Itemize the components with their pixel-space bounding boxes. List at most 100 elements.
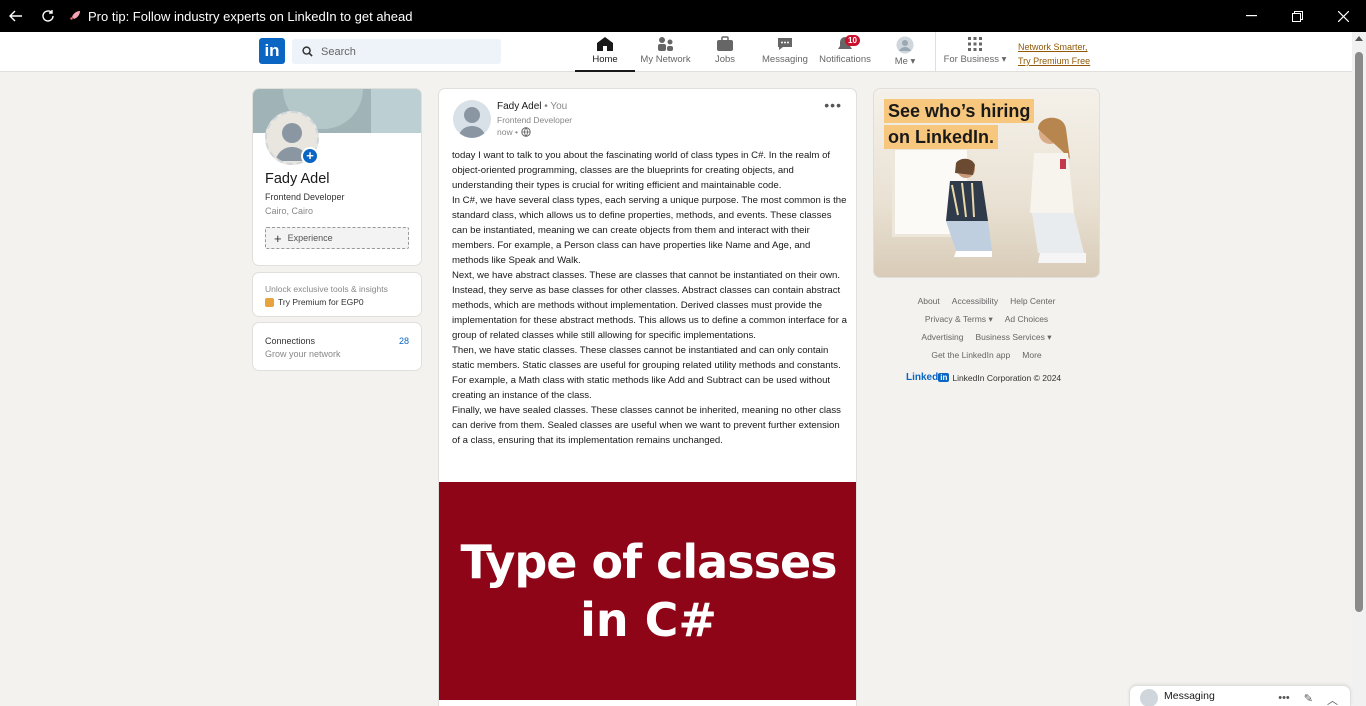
rocket-icon (70, 11, 80, 20)
footer-link-accessibility[interactable]: Accessibility (952, 292, 998, 310)
post-author-name[interactable]: Fady Adel • You (497, 101, 567, 112)
footer-link-help-center[interactable]: Help Center (1010, 292, 1055, 310)
nav-messaging-label: Messaging (762, 54, 808, 65)
for-business-text: For Business (943, 54, 999, 65)
ad-headline-line2: on LinkedIn. (884, 125, 998, 149)
network-icon (657, 37, 673, 51)
footer-brand: Linked in LinkedIn Corporation © 2024 (906, 372, 1061, 383)
copyright-text: LinkedIn Corporation © 2024 (952, 372, 1062, 383)
window-title: Pro tip: Follow industry experts on Link… (68, 9, 412, 24)
post-paragraph: Then, we have static classes. These clas… (452, 345, 841, 401)
chevron-up-icon[interactable]: ︿ (1327, 692, 1338, 706)
profile-location: Cairo, Cairo (265, 206, 314, 216)
nav-for-business-label: For Business ▾ (944, 54, 1007, 65)
post-image-title-line1: Type of classes (460, 535, 837, 589)
nav-jobs[interactable]: Jobs (705, 36, 745, 71)
premium-line2: Try Premium Free (1018, 56, 1091, 66)
post-options-icon[interactable]: ••• (824, 97, 842, 113)
nav-me[interactable]: Me ▾ (889, 36, 921, 71)
back-arrow-icon[interactable] (0, 0, 32, 32)
feed-post: Fady Adel • You Frontend Developer now •… (438, 88, 857, 706)
home-icon (597, 37, 613, 51)
premium-cta-label: Try Premium for EGP0 (278, 297, 364, 307)
plus-icon: + (274, 230, 282, 246)
footer-link-about[interactable]: About (918, 292, 940, 310)
connections-count: 28 (398, 336, 409, 346)
grid-icon (968, 37, 982, 51)
footer-link-more[interactable]: More (1022, 346, 1041, 364)
ad-person-illustration (946, 158, 992, 257)
footer-link-ad-choices[interactable]: Ad Choices (1005, 310, 1048, 328)
messaging-avatar (1140, 689, 1158, 706)
post-body: today I want to talk to you about the fa… (452, 148, 847, 448)
chevron-down-icon: ▾ (910, 56, 916, 67)
premium-cta[interactable]: Try Premium for EGP0 (265, 297, 364, 307)
scroll-up-arrow-icon[interactable] (1355, 36, 1363, 41)
messaging-overlay[interactable]: Messaging ••• ✎ ︿ (1129, 685, 1351, 706)
minimize-icon[interactable] (1228, 0, 1274, 32)
hiring-ad[interactable]: See who’s hiring on LinkedIn. (873, 88, 1100, 278)
grow-network-label: Grow your network (265, 349, 341, 359)
post-paragraph: today I want to talk to you about the fa… (452, 150, 831, 191)
messaging-label: Messaging (1164, 690, 1215, 702)
reload-icon[interactable] (32, 0, 64, 32)
chevron-down-icon: ▾ (1001, 54, 1007, 65)
wordmark-text: Linked (906, 372, 939, 383)
footer-link-business-services[interactable]: Business Services ▾ (975, 328, 1051, 346)
premium-icon (265, 297, 274, 307)
chat-icon (778, 38, 792, 50)
post-author-avatar[interactable] (453, 100, 491, 138)
post-paragraph: Finally, we have sealed classes. These c… (452, 405, 841, 446)
post-time-text: now • (497, 127, 518, 137)
profile-name[interactable]: Fady Adel (265, 171, 330, 187)
briefcase-icon (717, 36, 733, 51)
window-title-text: Pro tip: Follow industry experts on Link… (88, 8, 413, 24)
browser-titlebar: Pro tip: Follow industry experts on Link… (0, 0, 1366, 32)
premium-card[interactable]: Unlock exclusive tools & insights Try Pr… (252, 272, 422, 317)
nav-for-business[interactable]: For Business ▾ (943, 36, 1007, 71)
try-premium-link[interactable]: Network Smarter, Try Premium Free (1018, 40, 1090, 68)
profile-headline: Frontend Developer (265, 192, 345, 202)
more-options-icon[interactable]: ••• (1278, 692, 1290, 706)
post-image[interactable]: Type of classes in C# (439, 482, 856, 700)
add-photo-icon[interactable]: + (301, 147, 319, 165)
close-icon[interactable] (1320, 0, 1366, 32)
search-input[interactable] (321, 45, 481, 58)
notification-badge: 10 (845, 35, 860, 46)
business-services-text: Business Services (975, 332, 1045, 342)
search-bar[interactable] (292, 39, 501, 64)
footer-links: About Accessibility Help Center Privacy … (873, 292, 1100, 364)
avatar-icon (896, 36, 914, 54)
post-timestamp: now • (497, 127, 531, 137)
compose-icon[interactable]: ✎ (1304, 692, 1313, 706)
footer-link-privacy[interactable]: Privacy & Terms ▾ (925, 310, 993, 328)
nav-home[interactable]: Home (575, 36, 635, 72)
restore-icon[interactable] (1274, 0, 1320, 32)
nav-me-label: Me ▾ (895, 56, 916, 67)
linkedin-wordmark: Linked in (906, 372, 950, 383)
premium-teaser: Unlock exclusive tools & insights (265, 284, 388, 294)
footer-link-get-app[interactable]: Get the LinkedIn app (931, 346, 1010, 364)
profile-card: + Fady Adel Frontend Developer Cairo, Ca… (252, 88, 422, 266)
privacy-text: Privacy & Terms (924, 314, 987, 324)
post-image-title-line2: in C# (580, 593, 717, 647)
footer-link-advertising[interactable]: Advertising (921, 328, 963, 346)
scrollbar-thumb[interactable] (1355, 52, 1363, 612)
ad-headline: See who’s hiring on LinkedIn. (884, 99, 1035, 151)
ad-headline-line1: See who’s hiring (884, 99, 1035, 123)
linkedin-logo[interactable]: in (259, 38, 285, 64)
page-scrollbar[interactable] (1352, 32, 1366, 706)
nav-messaging[interactable]: Messaging (762, 36, 808, 71)
chevron-down-icon: ▾ (1047, 332, 1052, 342)
connections-card[interactable]: Connections Grow your network 28 (252, 322, 422, 371)
post-paragraph: In C#, we have several class types, each… (452, 195, 847, 266)
globe-icon (521, 127, 531, 137)
nav-notifications-label: Notifications (819, 54, 871, 65)
nav-my-network[interactable]: My Network (638, 36, 693, 71)
premium-line1: Network Smarter, (1018, 42, 1088, 52)
nav-me-text: Me (894, 56, 908, 67)
add-experience-button[interactable]: + Experience (265, 227, 409, 249)
nav-notifications[interactable]: 10 Notifications (818, 35, 872, 71)
wordmark-box: in (938, 373, 950, 382)
search-icon (302, 46, 313, 57)
